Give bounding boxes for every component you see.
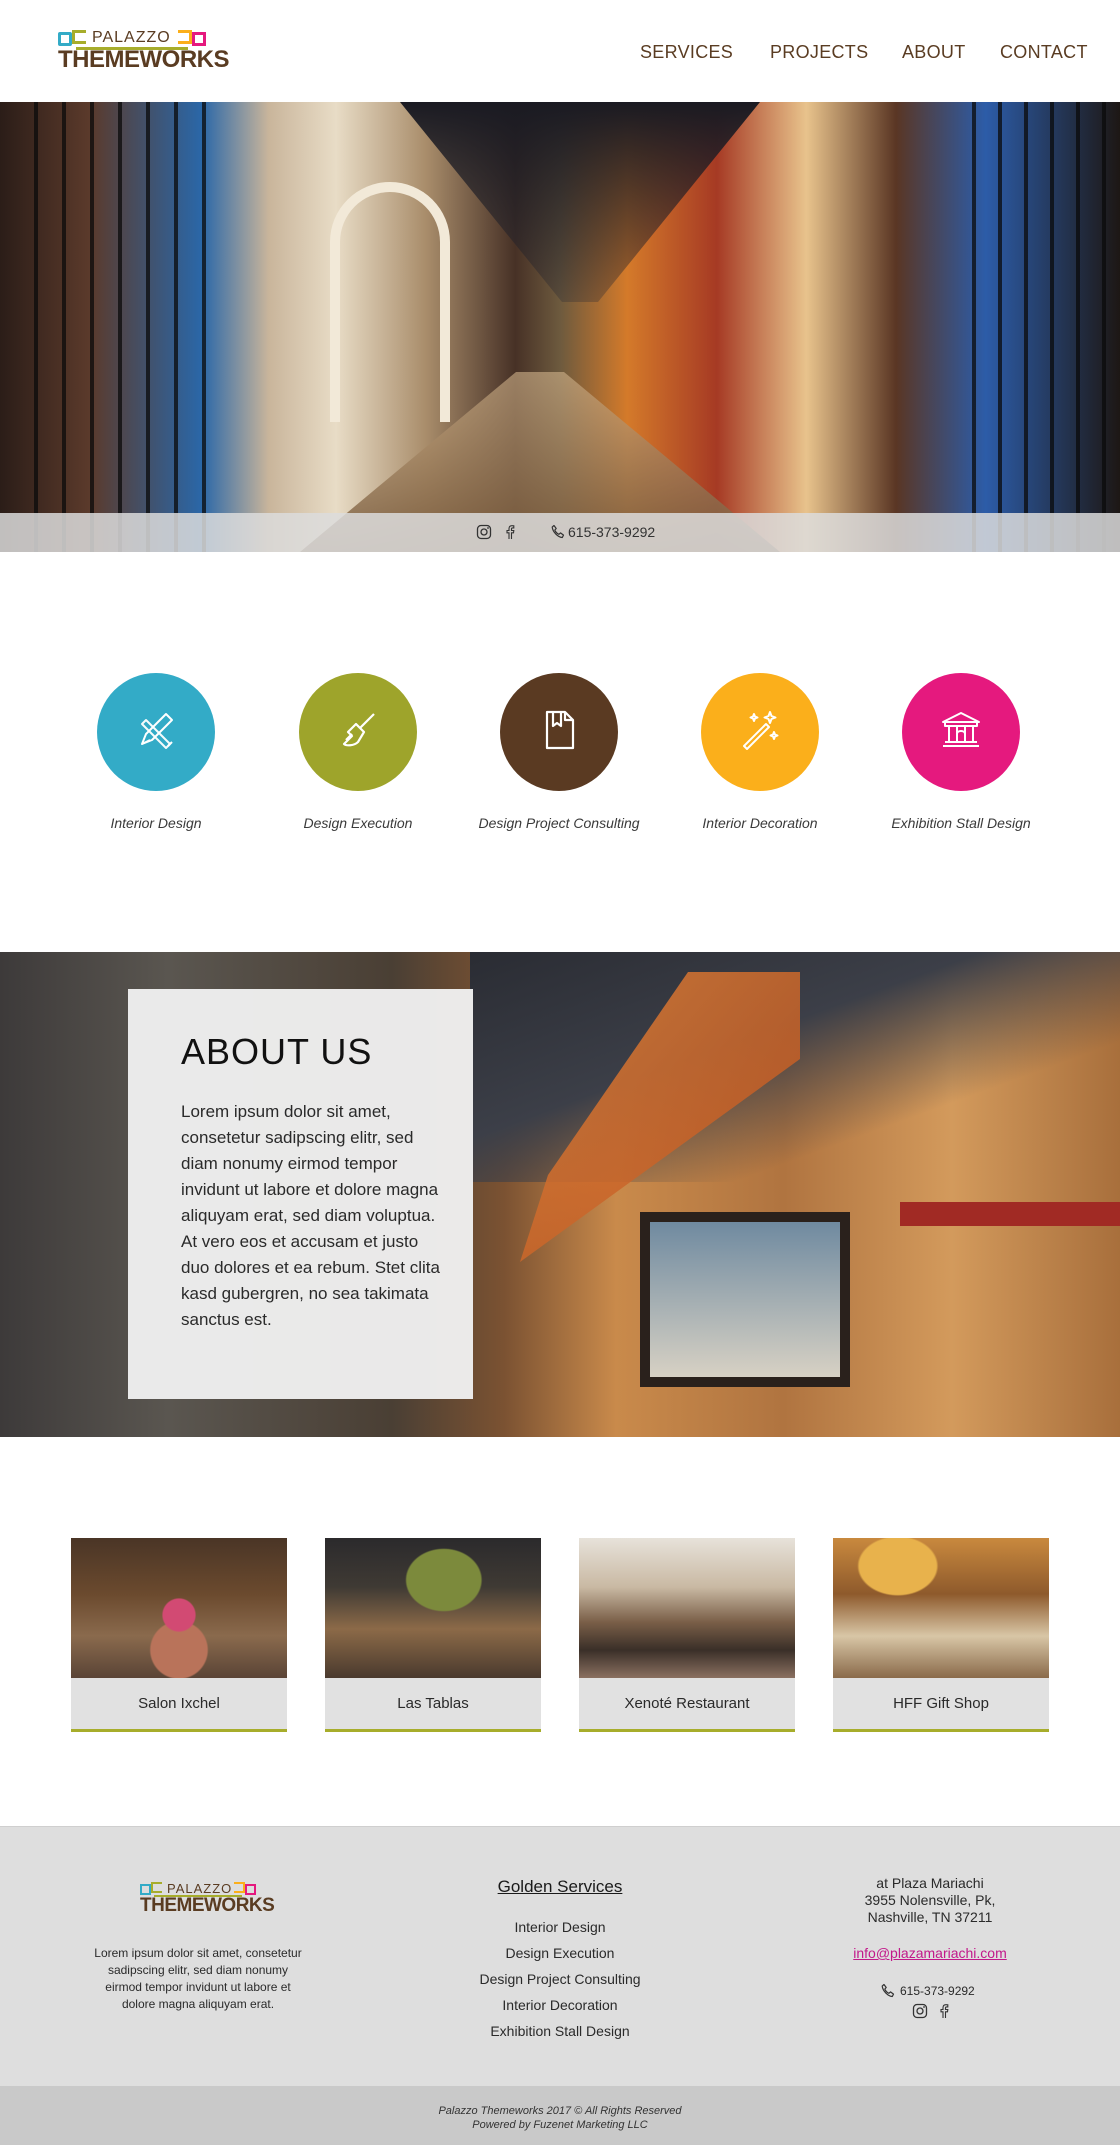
address-line: at Plaza Mariachi — [876, 1875, 984, 1891]
service-circle[interactable] — [902, 673, 1020, 791]
logo-square-pink — [192, 32, 206, 46]
logo-top-text: PALAZZO — [92, 29, 171, 46]
nav-services[interactable]: SERVICES — [640, 42, 733, 63]
project-underline — [325, 1729, 541, 1732]
facebook-icon[interactable] — [502, 524, 518, 540]
project-name: Las Tablas — [325, 1678, 541, 1729]
project-card[interactable]: Salon Ixchel — [71, 1538, 287, 1732]
hero-gate-right — [950, 102, 1120, 552]
nav-projects[interactable]: PROJECTS — [770, 42, 868, 63]
hero-gate-left — [10, 102, 210, 552]
project-name: Salon Ixchel — [71, 1678, 287, 1729]
copyright-bar: Palazzo Themeworks 2017 © All Rights Res… — [0, 2086, 1120, 2145]
project-name: Xenoté Restaurant — [579, 1678, 795, 1729]
footer-service-link[interactable]: Design Execution — [460, 1940, 660, 1966]
project-card[interactable]: Xenoté Restaurant — [579, 1538, 795, 1732]
footer-phone: 615-373-9292 — [880, 1983, 980, 1999]
instagram-icon[interactable] — [912, 2003, 928, 2019]
service-circle[interactable] — [97, 673, 215, 791]
service-label: Interior Decoration — [702, 815, 818, 831]
copyright-text: Palazzo Themeworks 2017 © All Rights Res… — [438, 2105, 682, 2117]
about-text: Lorem ipsum dolor sit amet, consetetur s… — [181, 1102, 440, 1329]
service-circle[interactable] — [500, 673, 618, 791]
pencil-brush-icon — [132, 706, 180, 759]
phone-icon — [880, 1983, 896, 1999]
about-section: ABOUT US Lorem ipsum dolor sit amet, con… — [0, 952, 1120, 1437]
service-interior-decoration: Interior Decoration — [660, 673, 860, 843]
project-image — [579, 1538, 795, 1678]
footer-about-text: Lorem ipsum dolor sit amet, consetetur s… — [94, 1946, 302, 2011]
service-exhibition-stall-design: Exhibition Stall Design — [861, 673, 1061, 843]
paint-brush-icon — [334, 706, 382, 759]
project-image — [833, 1538, 1049, 1678]
logo-square-orange — [234, 1882, 245, 1893]
document-bookmark-icon — [535, 706, 583, 759]
nav-about[interactable]: ABOUT — [902, 42, 966, 63]
footer-service-link[interactable]: Design Project Consulting — [460, 1966, 660, 1992]
instagram-icon[interactable] — [476, 524, 492, 540]
logo-main-text: THEMEWORKS — [140, 1895, 275, 1916]
service-label: Design Project Consulting — [478, 815, 640, 831]
logo-main-text: THEMEWORKS — [58, 46, 230, 73]
service-design-execution: Design Execution — [258, 673, 458, 843]
phone-icon — [550, 524, 566, 540]
logo-square-teal — [58, 32, 72, 46]
logo-top-text: PALAZZO — [167, 1881, 233, 1896]
site-footer: PALAZZO THEMEWORKS Lorem ipsum dolor sit… — [0, 1826, 1120, 2086]
about-title: ABOUT US — [181, 1031, 373, 1072]
project-underline — [833, 1729, 1049, 1732]
about-card: ABOUT US Lorem ipsum dolor sit amet, con… — [128, 989, 473, 1399]
about-photo-red-trim — [900, 1202, 1120, 1226]
service-label: Interior Design — [110, 815, 202, 831]
service-interior-design: Interior Design — [56, 673, 256, 843]
project-card[interactable]: HFF Gift Shop — [833, 1538, 1049, 1732]
site-logo[interactable]: PALAZZO THEMEWORKS — [58, 28, 230, 74]
project-underline — [579, 1729, 795, 1732]
project-underline — [71, 1729, 287, 1732]
hero-ceiling — [400, 102, 760, 302]
project-name: HFF Gift Shop — [833, 1678, 1049, 1729]
nav-contact[interactable]: CONTACT — [1000, 42, 1088, 63]
project-image — [325, 1538, 541, 1678]
magic-wand-icon — [736, 706, 784, 759]
footer-service-link[interactable]: Interior Decoration — [460, 1992, 660, 2018]
project-card[interactable]: Las Tablas — [325, 1538, 541, 1732]
site-header: PALAZZO THEMEWORKS SERVICES PROJECTS ABO… — [0, 0, 1120, 102]
logo-square-pink — [245, 1884, 256, 1895]
footer-services-list: Interior Design Design Execution Design … — [460, 1914, 660, 2044]
powered-by-text: Powered by Fuzenet Marketing LLC — [472, 2119, 648, 2131]
hero-phone-number[interactable]: 615-373-9292 — [568, 524, 655, 540]
service-circle[interactable] — [299, 673, 417, 791]
logo-square-orange — [178, 30, 192, 44]
project-image — [71, 1538, 287, 1678]
footer-social — [912, 2003, 952, 2019]
hero-contact-bar: 615-373-9292 — [0, 513, 1120, 552]
footer-service-link[interactable]: Exhibition Stall Design — [460, 2018, 660, 2044]
footer-email-link[interactable]: info@plazamariachi.com — [830, 1945, 1030, 1961]
address-line: 3955 Nolensville, Pk, — [864, 1892, 996, 1908]
logo-square-teal — [140, 1884, 151, 1895]
about-photo-window — [640, 1212, 850, 1387]
service-label: Design Execution — [303, 815, 413, 831]
footer-services-title[interactable]: Golden Services — [470, 1877, 650, 1897]
hero-banner: 615-373-9292 — [0, 102, 1120, 552]
address-line: Nashville, TN 37211 — [867, 1909, 993, 1925]
footer-address: at Plaza Mariachi 3955 Nolensville, Pk, … — [830, 1875, 1030, 1926]
museum-icon — [937, 706, 985, 759]
service-circle[interactable] — [701, 673, 819, 791]
footer-logo[interactable]: PALAZZO THEMEWORKS — [140, 1881, 275, 1917]
logo-square-olive — [72, 30, 86, 44]
hero-arch — [330, 182, 450, 422]
service-design-project-consulting: Design Project Consulting — [459, 673, 659, 843]
footer-phone-number[interactable]: 615-373-9292 — [900, 1984, 975, 1998]
footer-service-link[interactable]: Interior Design — [460, 1914, 660, 1940]
logo-square-olive — [151, 1882, 162, 1893]
service-label: Exhibition Stall Design — [891, 815, 1031, 831]
facebook-icon[interactable] — [936, 2003, 952, 2019]
